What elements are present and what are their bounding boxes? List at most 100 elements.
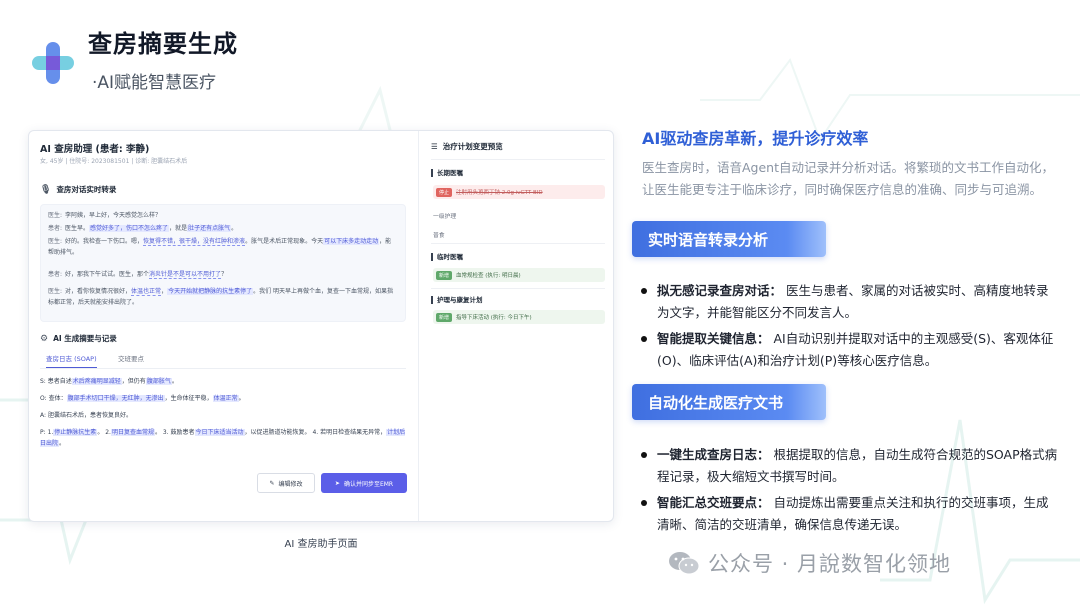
highlight-symptom: 腹部胀气: [145, 378, 172, 385]
dialog-text: 。: [231, 225, 238, 232]
dialog-text: 李阿姨，早上好，今天感觉怎么样？: [65, 212, 162, 219]
dialog-text: 对，看你恢复情况很好，: [65, 288, 132, 295]
added-order-text: 血常规检查 (执行: 明日晨): [456, 273, 521, 279]
order-add-row[interactable]: 新增 血常规检查 (执行: 明日晨): [433, 268, 605, 282]
highlight-finding: 腹部手术切口干燥，无红肿，无渗出: [66, 395, 165, 402]
bullet-bold: 智能提取关键信息：: [657, 331, 770, 346]
soap-p-line: P: 1.停止静脉抗生素。 2.明日复查血常规。 3. 鼓励患者今日下床适当活动…: [40, 428, 408, 449]
edit-button-label: 编辑修改: [278, 480, 303, 488]
speaker-label: 医生:: [48, 212, 63, 219]
bullet-bold: 智能汇总交班要点：: [657, 495, 770, 510]
bullet-bold: 一键生成查房日志：: [657, 447, 770, 462]
assistant-main-pane: AI 查房助理 (患者: 李静) 女, 45岁 | 住院号: 202308150…: [29, 131, 417, 521]
speaker-label: 医生:: [48, 238, 63, 245]
stop-tag: 停止: [436, 187, 453, 197]
tab-handover-points[interactable]: 交班要点: [118, 353, 144, 363]
bullet-item: 智能提取关键信息： AI自动识别并提取对话中的主观感受(S)、客观体征(O)、临…: [640, 328, 1060, 372]
slide-subtitle: ·AI赋能智慧医疗: [92, 73, 217, 93]
soap-text: 胆囊结石术后，患者恢复良好。: [47, 412, 132, 419]
highlight-plan: 今天开始就把静脉的抗生素停了: [167, 288, 254, 295]
rehab-add-row[interactable]: 新增 指导下床活动 (执行: 今日下午): [433, 310, 605, 324]
slide-title: 查房摘要生成: [88, 30, 238, 58]
diet: 普食: [433, 233, 445, 239]
dialog-line: 医生: 好的。我检查一下伤口。嗯，恢复得不错，很干燥，没有红肿和渗液。胀气是术后正…: [48, 237, 397, 258]
highlight-plan: 明日复查血常规: [110, 429, 155, 436]
patient-meta: 女, 45岁 | 住院号: 2023081501 | 诊断: 胆囊结石术后: [40, 158, 188, 165]
soap-text: ，但仍有: [121, 378, 146, 385]
highlight-plan: 停止静脉抗生素: [53, 429, 98, 436]
dialog-text: 好，那我下午试试。医生，那个: [65, 271, 150, 278]
confirm-sync-emr-button[interactable]: ➤ 确认并同步至EMR: [321, 473, 407, 493]
summary-heading: ⚙ AI 生成摘要与记录: [40, 333, 117, 344]
soap-text: 。: [171, 378, 178, 385]
microphone-icon: 🎙: [40, 184, 52, 195]
section-pill-document-generation: 自动化生成医疗文书: [632, 384, 826, 420]
highlight-plan: 可以下床多走动走动: [323, 238, 380, 245]
dialog-line: 医生: 李阿姨，早上好，今天感觉怎么样？: [48, 211, 397, 222]
ai-rounds-assistant-panel: AI 查房助理 (患者: 李静) 女, 45岁 | 住院号: 202308150…: [28, 130, 614, 522]
highlight-symptom: 肚子还有点胀气: [187, 225, 232, 232]
ai-chip-icon: ⚙: [40, 333, 49, 344]
highlight-finding: 体温也正常: [131, 288, 162, 296]
tab-soap-log[interactable]: 查房日志 (SOAP): [46, 353, 97, 368]
soap-text: 患者自述: [47, 378, 72, 385]
transcript-heading-label: 查房对话实时转录: [56, 185, 117, 194]
bullet-item: 智能汇总交班要点： 自动提炼出需要重点关注和执行的交班事项，生成清晰、简洁的交班…: [640, 492, 1060, 536]
dialog-text: ？: [221, 271, 228, 278]
app-title: AI 查房助理 (患者: 李静): [40, 144, 150, 155]
list-icon: ☰: [431, 142, 438, 151]
order-stop-row[interactable]: 停止 注射用头孢西丁钠 2.0g ivGTT BID: [433, 185, 605, 199]
highlight-plan: 今日下床适当活动: [194, 429, 245, 436]
soap-o-line: O: 查体：腹部手术切口干燥，无红肿，无渗出，生命体征平稳，体温正常。: [40, 394, 410, 405]
pencil-icon: ✎: [269, 479, 275, 487]
temp-orders-heading: 临时医嘱: [431, 253, 463, 261]
add-tag: 新增: [436, 270, 453, 280]
bullet-bold: 拟无感记录查房对话：: [657, 283, 783, 298]
transcript-box[interactable]: 医生: 李阿姨，早上好，今天感觉怎么样？ 患者: 医生早。感觉好多了，伤口不怎么疼了…: [40, 204, 406, 322]
bullet-item: 拟无感记录查房对话： 医生与患者、家属的对话被实时、高精度地转录为文字，并能智能…: [640, 280, 1060, 324]
soap-a-line: A: 胆囊结石术后，患者恢复良好。: [40, 411, 410, 422]
transcript-heading: 🎙 查房对话实时转录: [40, 184, 116, 195]
divider: [431, 159, 605, 160]
treatment-plan-pane: ☰ 治疗计划变更预览 长期医嘱 停止 注射用头孢西丁钠 2.0g ivGTT B…: [418, 131, 613, 521]
summary-heading-label: AI 生成摘要与记录: [53, 334, 117, 343]
long-term-orders-heading: 长期医嘱: [431, 169, 463, 177]
right-heading: AI驱动查房革新，提升诊疗效率: [642, 129, 869, 148]
dialog-text: ，就是: [169, 225, 188, 232]
highlight-finding: 恢复得不错，很干燥，没有红肿和渗液: [143, 238, 246, 246]
dialog-line: 医生: 对，看你恢复情况很好，体温也正常，今天开始就把静脉的抗生素停了。我们 明天…: [48, 287, 397, 308]
soap-text: ，生命体征平稳，: [164, 395, 213, 402]
soap-text: 。 2.: [97, 429, 111, 436]
highlight-symptom: 感觉好多了，伤口不怎么疼了: [89, 225, 170, 232]
soap-text: 。: [238, 395, 245, 402]
intro-paragraph: 医生查房时，语音Agent自动记录并分析对话。将繁琐的文书工作自动化，让医生能更…: [642, 160, 1055, 197]
dialog-text: 。胀气是术后正常现象。今天: [245, 238, 324, 245]
soap-text: 。: [59, 439, 66, 447]
stopped-order-text: 注射用头孢西丁钠 2.0g ivGTT BID: [456, 190, 543, 196]
plan-title-label: 治疗计划变更预览: [442, 142, 503, 151]
soap-label: P:: [40, 429, 46, 436]
bullet-item: 一键生成查房日志： 根据提取的信息，自动生成符合规范的SOAP格式病程记录，极大…: [640, 444, 1060, 488]
wechat-watermark: 公众号 · 月說数智化领地: [668, 548, 951, 578]
dialog-line: 患者: 医生早。感觉好多了，伤口不怎么疼了，就是肚子还有点胀气。: [48, 224, 397, 235]
add-tag: 新增: [436, 312, 453, 322]
dialog-text: 医生早。: [65, 225, 90, 232]
dialog-line: 患者: 好，那我下午试试。医生，那个消炎针是不是可以不用打了？: [48, 270, 397, 281]
wechat-icon: [669, 552, 700, 575]
highlight-question: 消炎针是不是可以不用打了: [149, 271, 222, 279]
added-rehab-text: 指导下床活动 (执行: 今日下午): [456, 315, 532, 321]
speaker-label: 医生:: [48, 288, 63, 295]
dialog-text: 好的。我检查一下伤口。嗯，: [65, 238, 144, 245]
send-icon: ➤: [334, 479, 340, 487]
soap-text: 查体：: [48, 395, 67, 402]
edit-button[interactable]: ✎ 编辑修改: [257, 473, 315, 493]
divider: [431, 288, 605, 289]
highlight-symptom: 术后疼痛明显减轻: [71, 378, 122, 385]
medical-cross-logo: [32, 42, 74, 84]
sync-button-label: 确认并同步至EMR: [343, 480, 394, 488]
plan-title: ☰ 治疗计划变更预览: [431, 141, 503, 152]
soap-text: ，以促进肠道功能恢复。 4. 若明日检查结果无异常，: [244, 429, 387, 436]
soap-s-line: S: 患者自述术后疼痛明显减轻，但仍有腹部胀气。: [40, 377, 410, 388]
summary-tabs: 查房日志 (SOAP) 交班要点: [40, 353, 406, 369]
speaker-label: 患者:: [48, 225, 63, 232]
